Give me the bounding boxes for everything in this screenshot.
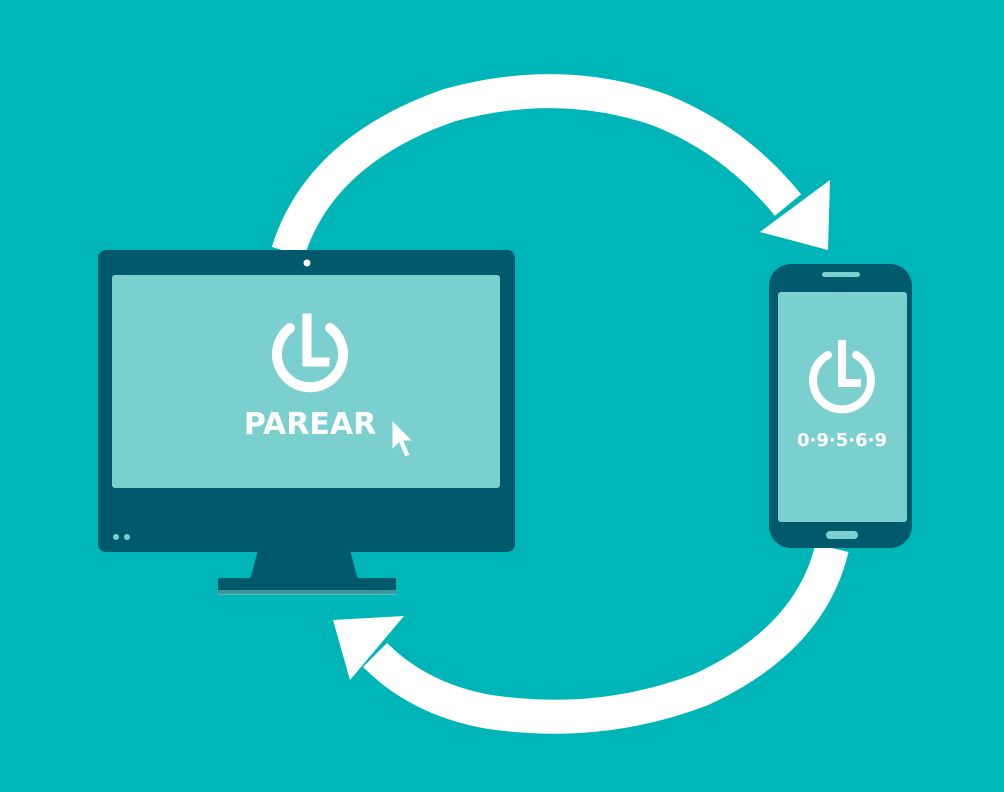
monitor-screen	[112, 275, 500, 488]
pairing-code: 0·9·5·6·9	[797, 430, 887, 451]
phone-home-button	[826, 531, 858, 539]
bottom-sync-arrow	[333, 543, 849, 734]
webcam-dot	[303, 259, 311, 267]
indicator-dot	[113, 534, 119, 540]
desktop-monitor: PAREAR	[98, 250, 515, 595]
monitor-stand-neck	[250, 550, 358, 580]
top-sync-arrow	[271, 74, 830, 258]
pair-button-label[interactable]: PAREAR	[244, 407, 376, 442]
indicator-dot	[124, 534, 130, 540]
smartphone: 0·9·5·6·9	[769, 264, 912, 548]
pairing-illustration: PAREAR 0·9·5·6·9	[0, 0, 1004, 792]
illustration-canvas: PAREAR 0·9·5·6·9	[98, 74, 912, 734]
phone-earpiece	[822, 272, 860, 277]
